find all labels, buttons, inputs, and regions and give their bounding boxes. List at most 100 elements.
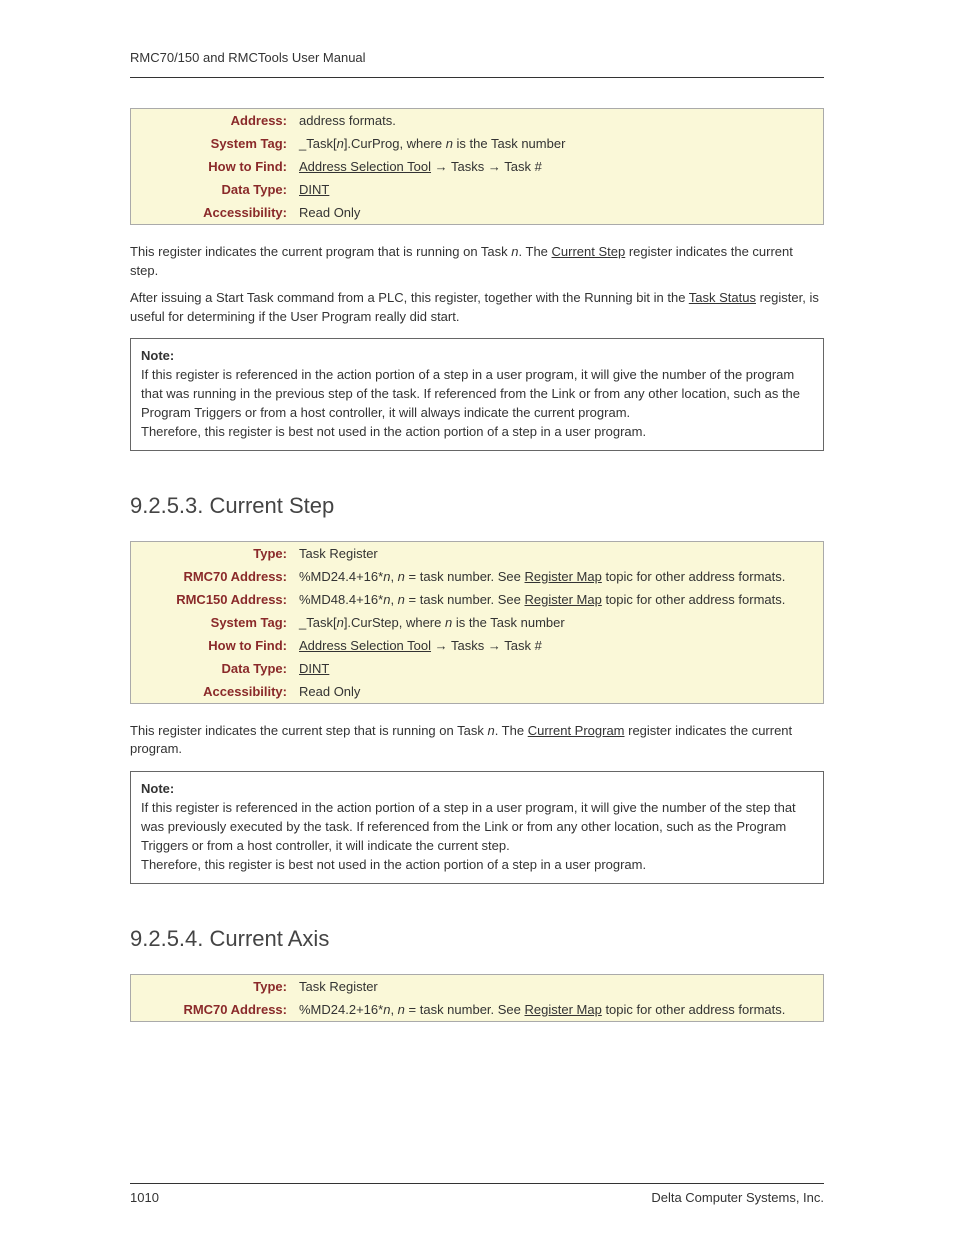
register-map-link[interactable]: Register Map — [525, 1002, 602, 1017]
text: ].CurStep, where — [344, 615, 445, 630]
section-heading-current-step: 9.2.5.3. Current Step — [130, 493, 824, 519]
prop-label: RMC150 Address: — [131, 588, 293, 611]
text: topic for other address formats. — [602, 1002, 786, 1017]
table-row: Type: Task Register — [131, 542, 823, 565]
page-footer: 1010 Delta Computer Systems, Inc. — [130, 1177, 824, 1206]
var-n: n — [487, 723, 494, 738]
text: ].CurProg, where — [344, 136, 446, 151]
table-row: Type: Task Register — [131, 975, 823, 998]
header-rule — [130, 77, 824, 78]
table-row: RMC70 Address: %MD24.2+16*n, n = task nu… — [131, 998, 823, 1021]
prop-value: DINT — [293, 657, 823, 680]
prop-label: How to Find: — [131, 634, 293, 657]
prop-label: How to Find: — [131, 155, 293, 178]
text: is the Task number — [452, 615, 564, 630]
section-heading-current-axis: 9.2.5.4. Current Axis — [130, 926, 824, 952]
prop-value: %MD24.2+16*n, n = task number. See Regis… — [293, 998, 823, 1021]
note-body: If this register is referenced in the ac… — [141, 799, 813, 856]
page-number: 1010 — [130, 1190, 159, 1205]
note-title: Note: — [141, 347, 813, 366]
text: . The — [495, 723, 528, 738]
prop-value: Read Only — [293, 201, 823, 224]
address-selection-link[interactable]: Address Selection Tool — [299, 159, 431, 174]
text: topic for other address formats. — [602, 592, 786, 607]
note-box-1: Note: If this register is referenced in … — [130, 338, 824, 450]
text: After issuing a Start Task command from … — [130, 290, 689, 305]
prop-value: %MD24.4+16*n, n = task number. See Regis… — [293, 565, 823, 588]
dint-link[interactable]: DINT — [299, 182, 329, 197]
prop-value: Task Register — [293, 975, 823, 998]
dint-link[interactable]: DINT — [299, 661, 329, 676]
table-row: Data Type: DINT — [131, 657, 823, 680]
table-row: How to Find: Address Selection Tool → Ta… — [131, 634, 823, 657]
property-table-1: Address: address formats. System Tag: _T… — [130, 108, 824, 225]
var-n: n — [511, 244, 518, 259]
footer-rule — [130, 1183, 824, 1184]
text: , — [390, 569, 397, 584]
table-row: RMC70 Address: %MD24.4+16*n, n = task nu… — [131, 565, 823, 588]
prop-label: Address: — [131, 109, 293, 132]
text: %MD48.4+16* — [299, 592, 383, 607]
text: , — [390, 592, 397, 607]
prop-value: address formats. — [293, 109, 823, 132]
text: = task number. See — [405, 569, 525, 584]
note-box-2: Note: If this register is referenced in … — [130, 771, 824, 883]
table-row: Address: address formats. — [131, 109, 823, 132]
prop-value: _Task[n].CurProg, where n is the Task nu… — [293, 132, 823, 155]
var-n: n — [398, 592, 405, 607]
var-n: n — [337, 136, 344, 151]
prop-value: _Task[n].CurStep, where n is the Task nu… — [293, 611, 823, 634]
current-step-link[interactable]: Current Step — [552, 244, 626, 259]
table-row: RMC150 Address: %MD48.4+16*n, n = task n… — [131, 588, 823, 611]
text: %MD24.2+16* — [299, 1002, 383, 1017]
table-row: Accessibility: Read Only — [131, 201, 823, 224]
text: _Task[ — [299, 615, 337, 630]
text: = task number. See — [405, 1002, 525, 1017]
text: This register indicates the current prog… — [130, 244, 511, 259]
page-header: RMC70/150 and RMCTools User Manual — [130, 50, 824, 71]
prop-label: System Tag: — [131, 611, 293, 634]
body-paragraphs-2: This register indicates the current step… — [130, 722, 824, 760]
text: , — [390, 1002, 397, 1017]
table-row: System Tag: _Task[n].CurProg, where n is… — [131, 132, 823, 155]
task-status-link[interactable]: Task Status — [689, 290, 756, 305]
prop-label: RMC70 Address: — [131, 998, 293, 1021]
current-program-link[interactable]: Current Program — [528, 723, 625, 738]
table-row: Data Type: DINT — [131, 178, 823, 201]
text: _Task[ — [299, 136, 337, 151]
prop-label: System Tag: — [131, 132, 293, 155]
note-body: Therefore, this register is best not use… — [141, 423, 813, 442]
var-n: n — [337, 615, 344, 630]
prop-value: %MD48.4+16*n, n = task number. See Regis… — [293, 588, 823, 611]
text: → Tasks → Task # — [431, 638, 542, 653]
text: = task number. See — [405, 592, 525, 607]
text: . The — [519, 244, 552, 259]
var-n: n — [446, 136, 453, 151]
note-body: Therefore, this register is best not use… — [141, 856, 813, 875]
table-row: How to Find: Address Selection Tool → Ta… — [131, 155, 823, 178]
prop-label: Accessibility: — [131, 680, 293, 703]
prop-label: Type: — [131, 975, 293, 998]
prop-label: Accessibility: — [131, 201, 293, 224]
text: %MD24.4+16* — [299, 569, 383, 584]
prop-value: Read Only — [293, 680, 823, 703]
text: is the Task number — [453, 136, 565, 151]
address-selection-link[interactable]: Address Selection Tool — [299, 638, 431, 653]
note-title: Note: — [141, 780, 813, 799]
prop-label: Data Type: — [131, 657, 293, 680]
prop-value: Task Register — [293, 542, 823, 565]
property-table-2: Type: Task Register RMC70 Address: %MD24… — [130, 541, 824, 704]
var-n: n — [398, 569, 405, 584]
text: This register indicates the current step… — [130, 723, 487, 738]
text: topic for other address formats. — [602, 569, 786, 584]
property-table-3: Type: Task Register RMC70 Address: %MD24… — [130, 974, 824, 1022]
body-paragraphs-1: This register indicates the current prog… — [130, 243, 824, 326]
register-map-link[interactable]: Register Map — [525, 592, 602, 607]
table-row: Accessibility: Read Only — [131, 680, 823, 703]
note-body: If this register is referenced in the ac… — [141, 366, 813, 423]
prop-value: Address Selection Tool → Tasks → Task # — [293, 155, 823, 178]
var-n: n — [398, 1002, 405, 1017]
register-map-link[interactable]: Register Map — [525, 569, 602, 584]
prop-value: DINT — [293, 178, 823, 201]
footer-company: Delta Computer Systems, Inc. — [651, 1190, 824, 1205]
